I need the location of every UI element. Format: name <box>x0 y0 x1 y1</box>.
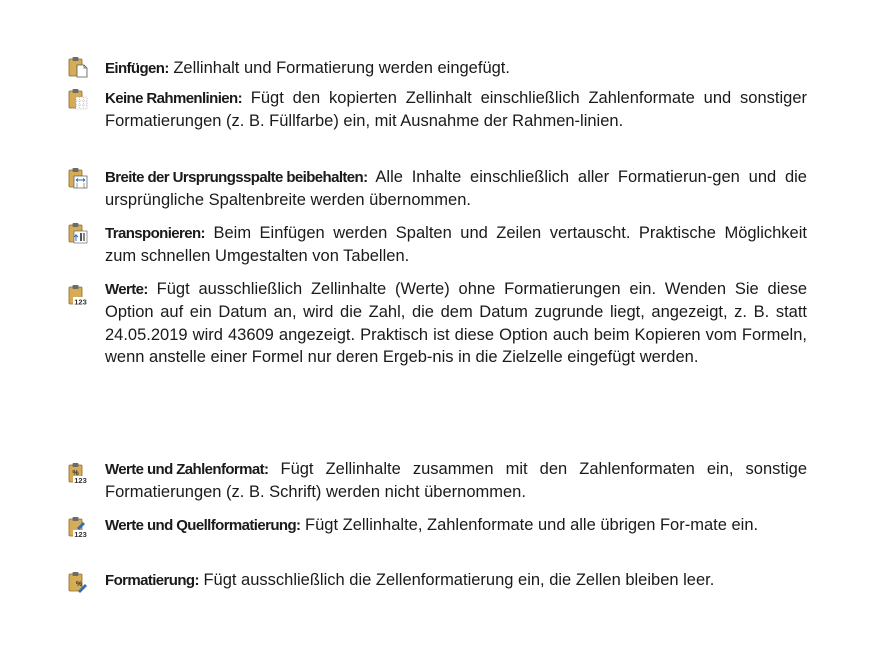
paste-values-icon: 123 <box>68 284 88 306</box>
values-icon-label: 123 <box>74 530 87 538</box>
list-item: Werte und Zahlenformat: Fügt Zellinhalte… <box>105 458 807 504</box>
entry-term: Werte: <box>105 281 148 298</box>
list-item: Werte und Quellformatierung: Fügt Zellin… <box>105 514 807 537</box>
paste-keep-column-width-icon <box>68 167 88 189</box>
paste-values-source-formatting-icon: 123 <box>68 516 88 538</box>
paste-values-number-format-icon: % 123 <box>68 462 88 484</box>
entry-text: Fügt ausschließlich Zellinhalte (Werte) … <box>105 280 807 367</box>
paste-no-borders-icon <box>68 88 88 110</box>
document-page: Einfügen: Zellinhalt und Formatierung we… <box>0 0 891 645</box>
entry-term: Keine Rahmenlinien: <box>105 90 243 107</box>
paste-formatting-icon: % <box>68 571 88 593</box>
paste-transpose-icon <box>68 222 88 244</box>
list-item: Werte: Fügt ausschließlich Zellinhalte (… <box>105 278 807 369</box>
entry-text: Zellinhalt und Formatierung werden einge… <box>168 59 510 77</box>
list-item: Breite der Ursprungsspalte beibehalten: … <box>105 166 807 212</box>
entry-term: Einfügen: <box>105 60 169 77</box>
percent-icon-label: % <box>76 581 83 588</box>
list-item: Formatierung: Fügt ausschließlich die Ze… <box>105 569 807 592</box>
entry-term: Werte und Quellformatierung: <box>105 517 301 534</box>
entry-term: Formatierung: <box>105 572 199 589</box>
entry-term: Breite der Ursprungsspalte beibehalten: <box>105 169 368 186</box>
entry-text: Fügt ausschließlich die Zellenformatieru… <box>198 571 715 589</box>
values-icon-label: 123 <box>74 476 87 484</box>
entry-term: Transponieren: <box>105 225 206 242</box>
list-item: Transponieren: Beim Einfügen werden Spal… <box>105 222 807 268</box>
entry-text: Fügt Zellinhalte, Zahlenformate und alle… <box>300 516 759 534</box>
list-item: Einfügen: Zellinhalt und Formatierung we… <box>105 57 807 80</box>
entry-text: Beim Einfügen werden Spalten und Zeilen … <box>105 224 807 266</box>
list-item: Keine Rahmenlinien: Fügt den kopierten Z… <box>105 87 807 133</box>
entry-term: Werte und Zahlenformat: <box>105 461 269 478</box>
values-icon-label: 123 <box>74 297 87 306</box>
paste-icon <box>68 56 88 78</box>
